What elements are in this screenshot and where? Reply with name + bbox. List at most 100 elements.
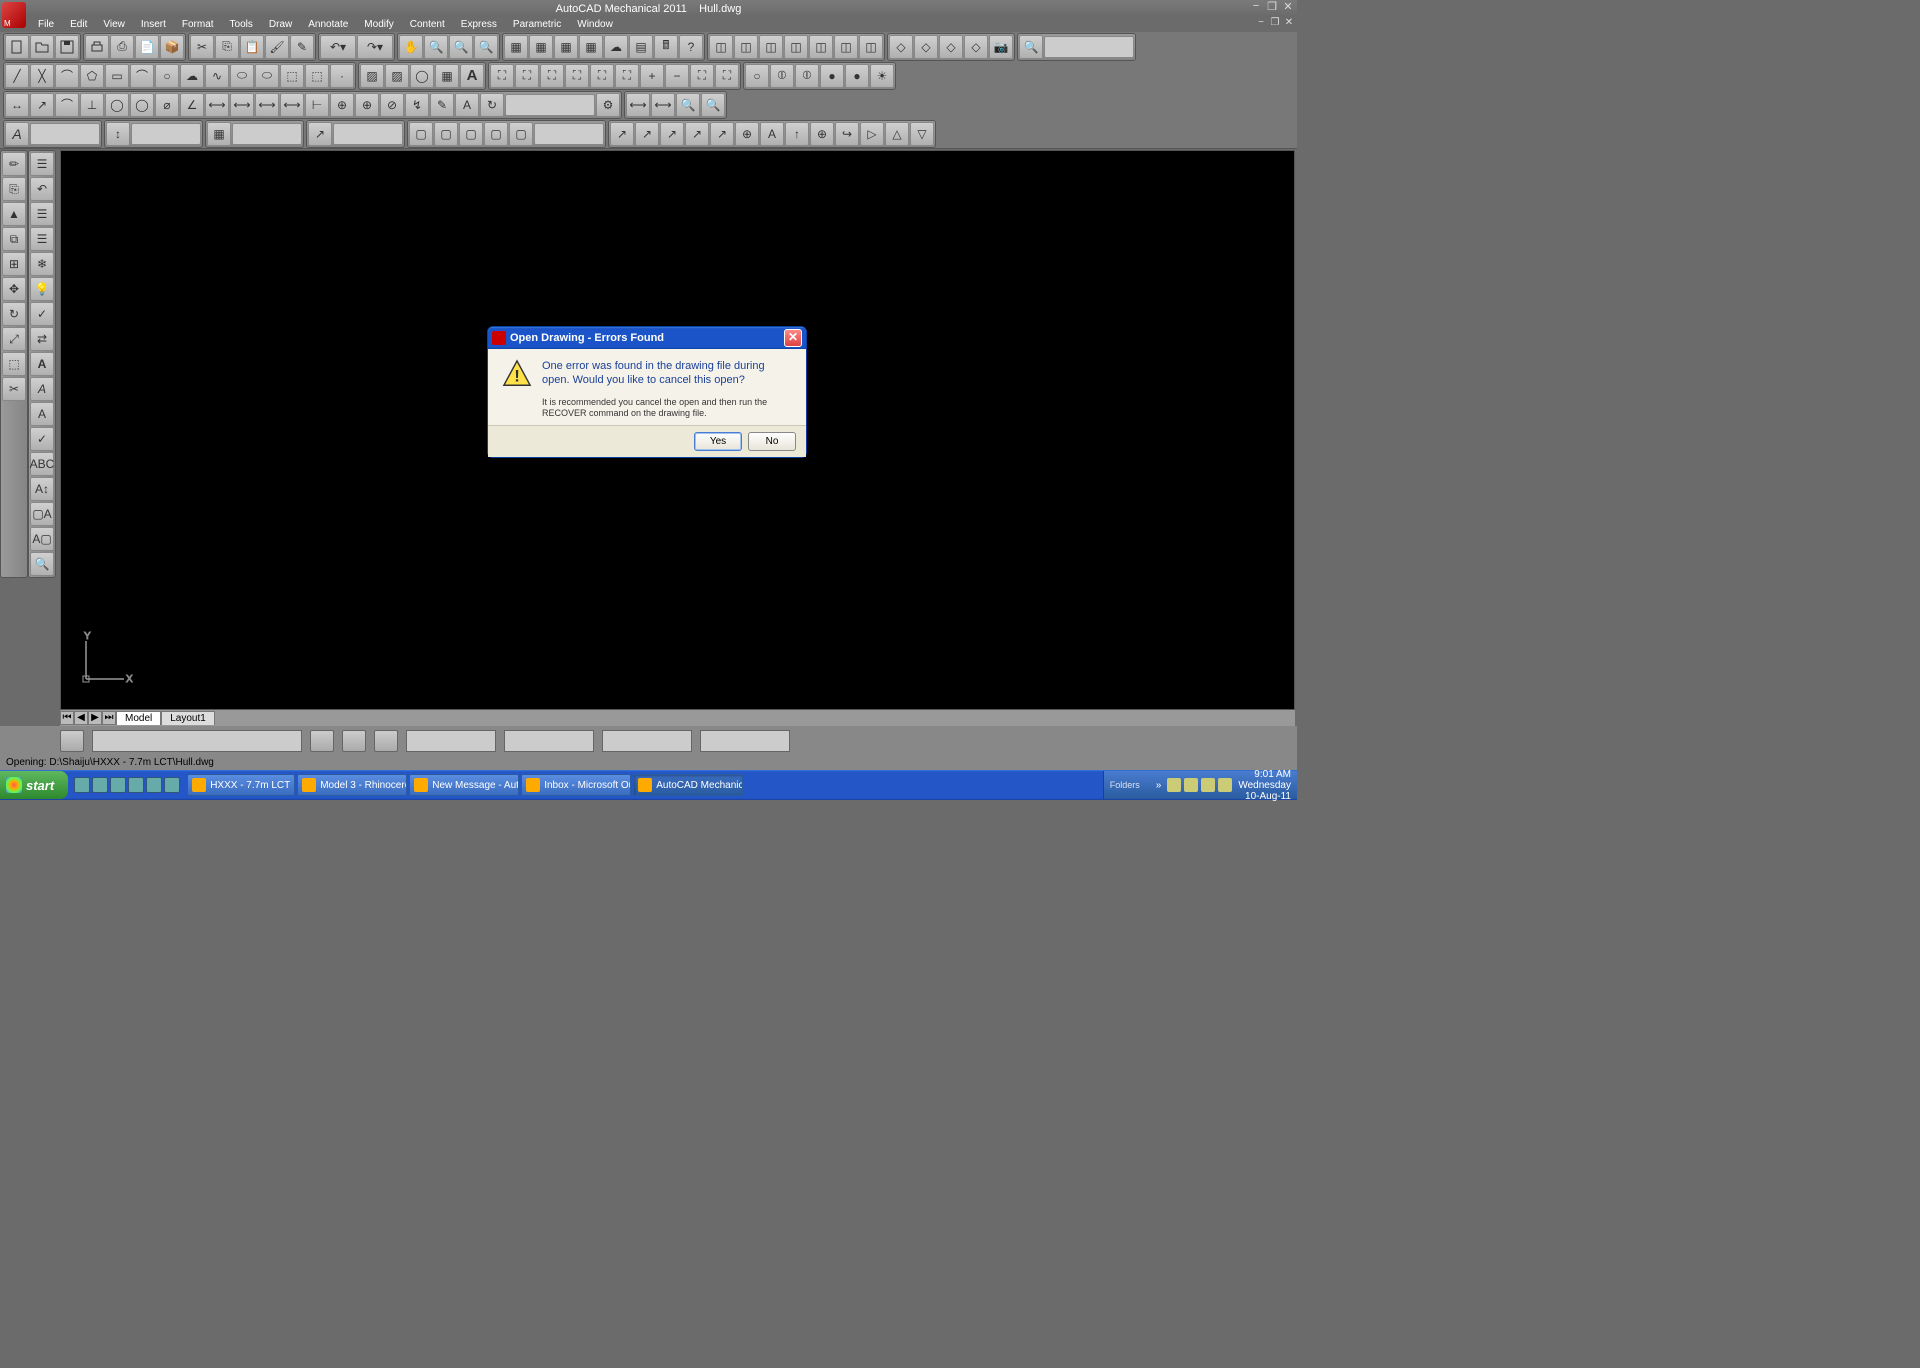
text-find-icon[interactable]: 🔍 xyxy=(30,552,54,576)
app-icon[interactable] xyxy=(2,2,26,28)
dim-continue-icon[interactable]: ⟷ xyxy=(255,93,279,117)
iso-2-icon[interactable]: ◇ xyxy=(914,35,938,59)
dim-arc-icon[interactable]: ⌒ xyxy=(55,93,79,117)
doc-minimize-button[interactable]: − xyxy=(1255,17,1267,28)
restore-button[interactable]: ❐ xyxy=(1265,0,1279,13)
sheet-set-icon[interactable]: ▦ xyxy=(579,35,603,59)
ql-app4-icon[interactable] xyxy=(164,777,180,793)
dim-update-icon[interactable]: ↻ xyxy=(480,93,504,117)
dim-aligned-icon[interactable]: ↗ xyxy=(30,93,54,117)
ql-ie-icon[interactable] xyxy=(74,777,90,793)
zoom-all-icon[interactable]: ⛶ xyxy=(515,64,539,88)
dim-linear-icon[interactable]: ↔ xyxy=(5,93,29,117)
leader-4-icon[interactable]: ↗ xyxy=(685,122,709,146)
dimension-style-icon[interactable]: ↕ xyxy=(106,122,130,146)
point-icon[interactable]: · xyxy=(330,64,354,88)
leader-5-icon[interactable]: ↗ xyxy=(710,122,734,146)
print-preview-icon[interactable]: ⎙ xyxy=(110,35,134,59)
dim-style-dropdown[interactable] xyxy=(505,94,595,116)
redo-icon[interactable]: ↷▾ xyxy=(357,35,393,59)
line-icon[interactable]: ╱ xyxy=(5,64,29,88)
text-scale-icon[interactable]: A↕ xyxy=(30,477,54,501)
task-item-4[interactable]: Inbox - Microsoft Out... xyxy=(521,774,631,796)
tray-icon-1[interactable] xyxy=(1167,778,1181,792)
zoom-dynamic-icon[interactable]: ⛶ xyxy=(540,64,564,88)
dim-baseline-icon[interactable]: ⟷ xyxy=(230,93,254,117)
text-b-icon[interactable]: A xyxy=(30,377,54,401)
leader-3-icon[interactable]: ↗ xyxy=(660,122,684,146)
match-properties-icon[interactable]: 🖌 xyxy=(265,35,289,59)
search-icon[interactable]: 🔍 xyxy=(1019,35,1043,59)
symbol-1-icon[interactable]: ⊕ xyxy=(735,122,759,146)
zoom-previous-icon[interactable]: 🔍 xyxy=(474,35,498,59)
inspect-icon[interactable]: ⊘ xyxy=(380,93,404,117)
start-button[interactable]: start xyxy=(0,771,68,799)
tab-layout1[interactable]: Layout1 xyxy=(161,711,215,725)
array-icon[interactable]: ⊞ xyxy=(2,252,26,276)
pan-icon[interactable]: ✋ xyxy=(399,35,423,59)
view-cube-6-icon[interactable]: ◫ xyxy=(834,35,858,59)
center-mark-icon[interactable]: ⊕ xyxy=(355,93,379,117)
shade-hidden-icon[interactable]: ⦶ xyxy=(770,64,794,88)
text-style-dropdown[interactable] xyxy=(30,123,100,145)
zoom-in-icon[interactable]: + xyxy=(640,64,664,88)
constraint-2-icon[interactable]: ⟷ xyxy=(651,93,675,117)
symbol-8-icon[interactable]: ▽ xyxy=(910,122,934,146)
ql-app3-icon[interactable] xyxy=(146,777,162,793)
table-style-icon[interactable]: ▦ xyxy=(207,122,231,146)
layer-match-icon[interactable]: ⇄ xyxy=(30,327,54,351)
view-cube-5-icon[interactable]: ◫ xyxy=(809,35,833,59)
text-style-2-icon[interactable]: ABC xyxy=(30,452,54,476)
prop-btn-1[interactable] xyxy=(310,730,334,752)
dim-break-icon[interactable]: ⊢ xyxy=(305,93,329,117)
doc-close-button[interactable]: ✕ xyxy=(1283,17,1295,28)
copy-obj-icon[interactable]: ⎘ xyxy=(2,177,26,201)
revision-cloud-icon[interactable]: ☁ xyxy=(180,64,204,88)
tray-icon-4[interactable] xyxy=(1218,778,1232,792)
dim-angular-icon[interactable]: ∠ xyxy=(180,93,204,117)
leader-2-icon[interactable]: ↗ xyxy=(635,122,659,146)
color-dropdown[interactable] xyxy=(406,730,496,752)
lineweight-dropdown[interactable] xyxy=(602,730,692,752)
dim-quick-icon[interactable]: ⟷ xyxy=(205,93,229,117)
tab-first-icon[interactable]: ⏮ xyxy=(60,711,74,725)
multileader-style-icon[interactable]: ↗ xyxy=(308,122,332,146)
text-c-icon[interactable]: A xyxy=(30,402,54,426)
tool-palettes-icon[interactable]: ▦ xyxy=(554,35,578,59)
view-cube-7-icon[interactable]: ◫ xyxy=(859,35,883,59)
layer-iso-icon[interactable]: ☰ xyxy=(30,227,54,251)
hatch-icon[interactable]: ▨ xyxy=(360,64,384,88)
menu-file[interactable]: File xyxy=(30,19,62,30)
print-icon[interactable] xyxy=(85,35,109,59)
menu-view[interactable]: View xyxy=(95,19,133,30)
viewport-5-icon[interactable]: ▢ xyxy=(509,122,533,146)
save-icon[interactable] xyxy=(55,35,79,59)
render-icon[interactable]: ☀ xyxy=(870,64,894,88)
clock[interactable]: 9:01 AM Wednesday 10-Aug-11 xyxy=(1238,769,1291,802)
viewport-2-icon[interactable]: ▢ xyxy=(434,122,458,146)
dimension-style-dropdown[interactable] xyxy=(131,123,201,145)
dim-diameter-icon[interactable]: ⌀ xyxy=(155,93,179,117)
viewport-scale-dropdown[interactable] xyxy=(534,123,604,145)
insert-block-icon[interactable]: ⬚ xyxy=(280,64,304,88)
tab-model[interactable]: Model xyxy=(116,711,161,725)
layer-freeze-icon[interactable]: ❄ xyxy=(30,252,54,276)
zoom-out-icon[interactable]: − xyxy=(665,64,689,88)
layer-manager-icon[interactable] xyxy=(60,730,84,752)
zoom-window2-icon[interactable]: ⛶ xyxy=(690,64,714,88)
view-cube-2-icon[interactable]: ◫ xyxy=(734,35,758,59)
erase-icon[interactable]: ✏ xyxy=(2,152,26,176)
construction-line-icon[interactable]: ╳ xyxy=(30,64,54,88)
viewport-3-icon[interactable]: ▢ xyxy=(459,122,483,146)
layer-dropdown[interactable] xyxy=(92,730,302,752)
cut-icon[interactable]: ✂ xyxy=(190,35,214,59)
dialog-titlebar[interactable]: Open Drawing - Errors Found ✕ xyxy=(488,327,806,349)
zoom-full-icon[interactable]: ⛶ xyxy=(715,64,739,88)
arc-icon[interactable]: ⌒ xyxy=(130,64,154,88)
zoom-scale-icon[interactable]: ⛶ xyxy=(565,64,589,88)
menu-annotate[interactable]: Annotate xyxy=(300,19,356,30)
polygon-icon[interactable]: ⬠ xyxy=(80,64,104,88)
menu-insert[interactable]: Insert xyxy=(133,19,174,30)
dim-ordinate-icon[interactable]: ⊥ xyxy=(80,93,104,117)
iso-3-icon[interactable]: ◇ xyxy=(939,35,963,59)
